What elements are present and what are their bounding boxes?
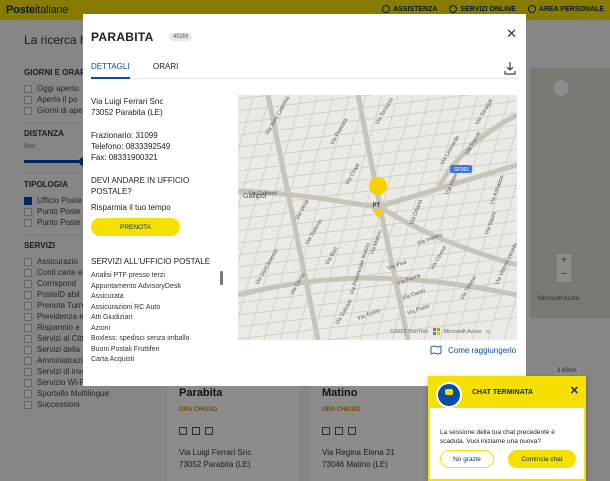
directions-link[interactable]: Come raggiungerlo [430,345,516,355]
service-item: Assicurazioni RC Auto [91,303,161,311]
services-list[interactable]: Analisi PTF presso terzi Appuntamento Adv… [91,271,223,371]
svg-text:SP361: SP361 [454,167,469,173]
services-heading: SERVIZI ALL'UFFICIO POSTALE [91,257,211,266]
chat-header: CHAT TERMINATA ✕ [430,378,584,408]
place-label: Gallipol [243,193,267,200]
close-icon[interactable]: ✕ [506,26,517,42]
modal-title: PARABITA [91,30,154,44]
close-icon[interactable]: ✕ [570,384,579,397]
road-badge: SP361 [450,165,472,173]
service-item: Azioni [91,324,111,332]
service-item: Buoni Postali Fruttiferi [91,345,160,353]
service-item: Carta Acquisti [91,356,135,363]
booking-question: DEVI ANDARE IN UFFICIO POSTALE? [91,176,190,196]
distance-badge: 402M [169,33,193,41]
service-item: Boxless: spedisci senza imballo [91,335,190,342]
tab-orari[interactable]: ORARI [153,62,178,79]
service-item: Assicurata [91,293,124,300]
start-chat-button[interactable]: Comincia chat [508,450,576,468]
map-attribution: ©2023 TomTom Microsoft Azure ▭ [390,328,491,335]
office-address: Via Luigi Ferrari Snc 73052 Parabita (LE… [91,97,164,117]
chat-popup: CHAT TERMINATA ✕ La sessione della tua c… [428,376,586,481]
microsoft-logo-icon [432,328,440,335]
svg-text:PT: PT [373,203,381,209]
feedback-icon[interactable]: ▭ [485,329,490,335]
no-thanks-button[interactable]: No grazie [440,450,494,468]
modal-tabs: DETTAGLI ORARI [91,61,518,79]
chat-bot-avatar [436,382,462,408]
chat-title: CHAT TERMINATA [472,389,534,396]
chat-message: La sessione della tua chat precedente è … [440,429,555,445]
office-map[interactable]: Via Suor Caterina CandidoVia PescaraVia … [238,95,517,340]
office-details: Via Luigi Ferrari Snc 73052 Parabita (LE… [91,96,231,236]
prenota-button[interactable]: PRENOTA [91,218,180,236]
booking-hint: Risparmia il tuo tempo [91,203,171,212]
tab-dettagli[interactable]: DETTAGLI [91,62,130,79]
office-contacts: Frazionario: 31099 Telefono: 0833392549 … [91,131,171,162]
download-icon[interactable] [504,61,516,75]
service-item: Appuntamento AdvisoryDesk [91,282,181,290]
services-scrollbar[interactable] [220,271,223,285]
office-detail-modal: PARABITA 402M ✕ DETTAGLI ORARI Via Luigi… [83,14,526,386]
map-icon [430,345,442,355]
service-item: Atti Giudiziari [91,314,133,321]
service-item: Analisi PTF presso terzi [91,272,165,279]
